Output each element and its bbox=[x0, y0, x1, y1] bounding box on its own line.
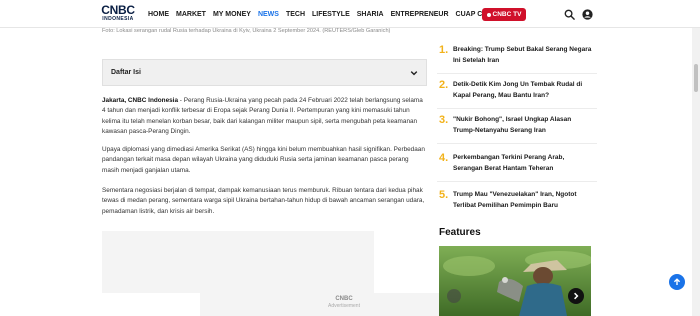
trending-title: Breaking: Trump Sebut Bakal Serang Negar… bbox=[453, 46, 592, 64]
trending-title: "Nukir Bohong", Israel Ungkap Alasan Tru… bbox=[453, 116, 572, 134]
page-scrollbar[interactable] bbox=[692, 0, 700, 316]
ad-placeholder[interactable] bbox=[102, 231, 374, 293]
live-dot-icon bbox=[486, 12, 491, 17]
photo-caption: Foto: Lokasi serangan rudal Rusia terhad… bbox=[102, 28, 391, 34]
trending-item-4[interactable]: 4. Perkembangan Terkini Perang Arab, Ser… bbox=[437, 150, 597, 182]
nav-entrepreneur[interactable]: ENTREPRENEUR bbox=[391, 10, 449, 19]
trending-item-2[interactable]: 2. Detik-Detik Kim Jong Un Tembak Rudal … bbox=[437, 77, 597, 109]
scrollbar-thumb[interactable] bbox=[694, 64, 698, 92]
trending-title: Detik-Detik Kim Jong Un Tembak Rudal di … bbox=[453, 81, 583, 99]
cnbc-logo[interactable]: CNBC INDONESIA bbox=[100, 3, 136, 25]
trending-item-1[interactable]: 1. Breaking: Trump Sebut Bakal Serang Ne… bbox=[437, 42, 597, 74]
nav-tech[interactable]: TECH bbox=[286, 10, 305, 19]
main-nav: HOME MARKET MY MONEY NEWS TECH LIFESTYLE… bbox=[148, 10, 519, 19]
carousel-prev-button[interactable] bbox=[447, 289, 461, 303]
cnbc-tv-button[interactable]: CNBC TV bbox=[482, 8, 526, 21]
arrow-up-icon bbox=[673, 278, 681, 285]
chevron-down-icon bbox=[410, 70, 418, 75]
trending-number: 3. bbox=[439, 114, 449, 126]
article-paragraph-2: Upaya diplomasi yang dimediasi Amerika S… bbox=[102, 146, 425, 174]
user-account-icon[interactable] bbox=[582, 9, 593, 20]
nav-market[interactable]: MARKET bbox=[176, 10, 206, 19]
logo-subtitle: INDONESIA bbox=[102, 16, 134, 22]
trending-item-5[interactable]: 5. Trump Mau "Venezuelakan" Iran, Ngotot… bbox=[437, 187, 597, 219]
toc-label: Daftar Isi bbox=[111, 69, 141, 76]
article-paragraph-1: Jakarta, CNBC Indonesia - Perang Rusia-U… bbox=[102, 96, 427, 138]
trending-title: Perkembangan Terkini Perang Arab, Serang… bbox=[453, 154, 565, 172]
trending-title: Trump Mau "Venezuelakan" Iran, Ngotot Te… bbox=[453, 191, 577, 209]
article-paragraph-3: Sementara negosiasi berjalan di tempat, … bbox=[102, 187, 425, 215]
nav-my-money[interactable]: MY MONEY bbox=[213, 10, 251, 19]
nav-lifestyle[interactable]: LIFESTYLE bbox=[312, 10, 350, 19]
dateline: Jakarta, CNBC Indonesia bbox=[102, 97, 179, 104]
carousel-next-button[interactable] bbox=[568, 288, 584, 304]
feature-image[interactable] bbox=[439, 246, 591, 316]
chevron-right-icon bbox=[574, 292, 579, 300]
features-heading: Features bbox=[439, 227, 481, 238]
nav-news[interactable]: NEWS bbox=[258, 10, 279, 19]
trending-item-3[interactable]: 3. "Nukir Bohong", Israel Ungkap Alasan … bbox=[437, 112, 597, 144]
cnbc-tv-label: CNBC TV bbox=[492, 11, 522, 18]
nav-sharia[interactable]: SHARIA bbox=[357, 10, 384, 19]
table-of-contents-toggle[interactable]: Daftar Isi bbox=[102, 59, 427, 86]
trending-number: 5. bbox=[439, 189, 449, 201]
back-to-top-button[interactable] bbox=[669, 274, 685, 290]
site-header: CNBC INDONESIA HOME MARKET MY MONEY NEWS… bbox=[0, 0, 700, 28]
search-icon[interactable] bbox=[564, 9, 575, 20]
trending-number: 2. bbox=[439, 79, 449, 91]
nav-home[interactable]: HOME bbox=[148, 10, 169, 19]
trending-number: 4. bbox=[439, 152, 449, 164]
feature-photo bbox=[439, 246, 591, 316]
logo-wordmark: CNBC bbox=[101, 3, 135, 17]
trending-number: 1. bbox=[439, 44, 449, 56]
